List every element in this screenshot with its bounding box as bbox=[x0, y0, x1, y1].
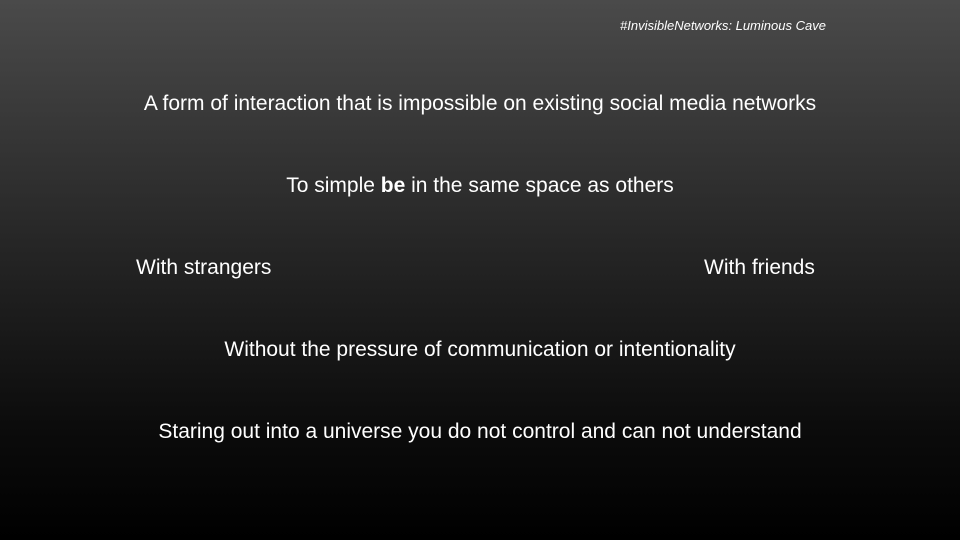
slide: #InvisibleNetworks: Luminous Cave A form… bbox=[0, 0, 960, 540]
phrase-with-strangers: With strangers bbox=[136, 256, 272, 279]
slide-tag: #InvisibleNetworks: Luminous Cave bbox=[620, 18, 826, 33]
phrase-with-friends: With friends bbox=[704, 256, 815, 279]
statement-be-together: To simple be in the same space as others bbox=[0, 174, 960, 198]
statement-staring-out: Staring out into a universe you do not c… bbox=[158, 420, 802, 443]
statement-interaction: A form of interaction that is impossible… bbox=[143, 92, 817, 115]
statement-be-prefix: To simple bbox=[286, 174, 381, 197]
statement-be-suffix: in the same space as others bbox=[405, 174, 674, 197]
statement-be-emphasis: be bbox=[380, 174, 406, 197]
statement-without-pressure: Without the pressure of communication or… bbox=[224, 338, 736, 361]
